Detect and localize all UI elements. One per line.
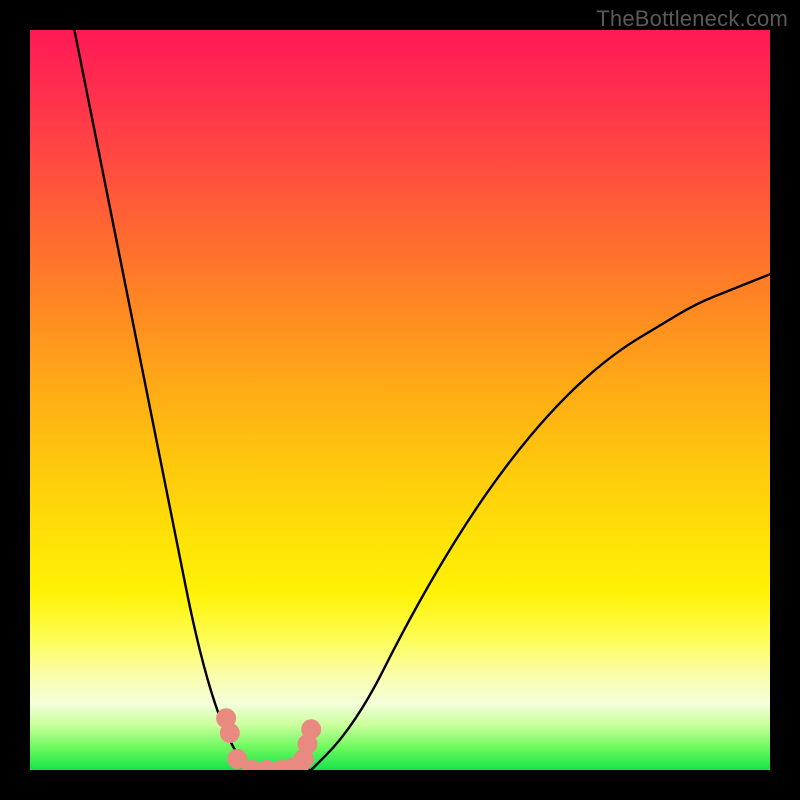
watermark-text: TheBottleneck.com	[596, 6, 788, 32]
marker-group	[216, 708, 321, 770]
chart-svg	[30, 30, 770, 770]
outer-frame: TheBottleneck.com	[0, 0, 800, 800]
valley-marker	[301, 719, 321, 739]
curve-group	[74, 30, 770, 770]
plot-area	[30, 30, 770, 770]
curve-path	[74, 30, 770, 770]
valley-marker	[220, 723, 240, 743]
